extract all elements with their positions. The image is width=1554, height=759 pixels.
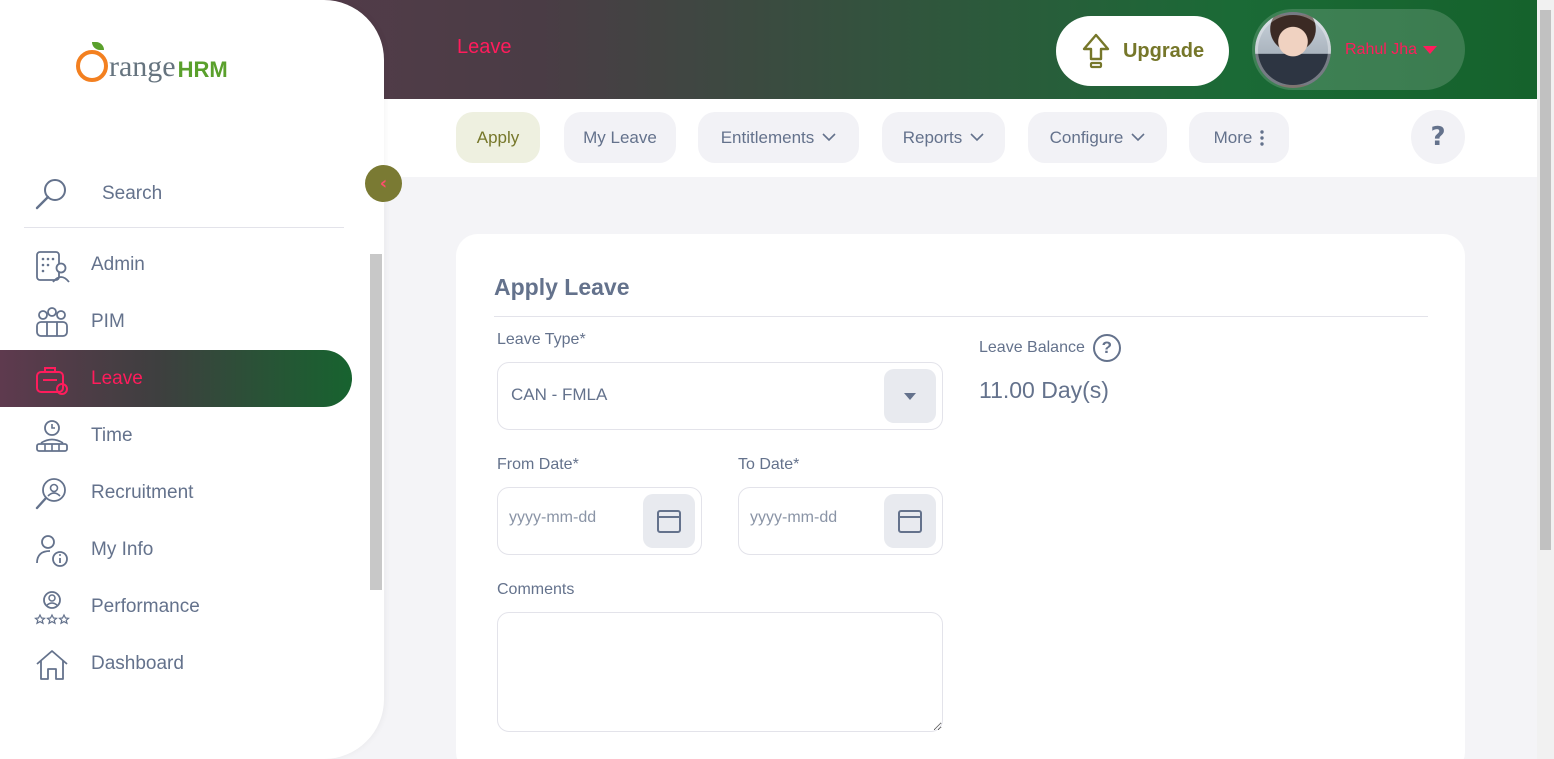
performance-icon <box>34 591 70 625</box>
user-name: Rahul Jha <box>1345 40 1418 58</box>
page-scrollbar-thumb[interactable] <box>1540 10 1551 550</box>
sidebar-item-pim[interactable]: PIM <box>0 293 352 350</box>
from-date-label: From Date* <box>497 456 579 473</box>
tab-entitlements-label: Entitlements <box>720 127 815 147</box>
tab-reports[interactable]: Reports <box>882 112 1005 163</box>
question-circle-icon[interactable]: ? <box>1092 334 1121 362</box>
time-icon <box>36 420 68 452</box>
calendar-icon <box>657 510 681 533</box>
from-date-calendar-button[interactable] <box>643 494 695 548</box>
leave-type-value: CAN - FMLA <box>511 385 608 404</box>
sidebar-item-dashboard[interactable]: Dashboard <box>0 635 352 692</box>
tab-reports-label: Reports <box>902 127 963 147</box>
more-vertical-icon <box>1260 129 1265 146</box>
from-date-input[interactable] <box>509 509 634 527</box>
orangehrm-logo: range HRM <box>76 42 228 83</box>
search-label: Search <box>102 182 163 204</box>
page-title: Leave <box>457 36 512 58</box>
sidebar-item-performance[interactable]: Performance <box>0 578 352 635</box>
apply-leave-card: Apply Leave Leave Type* CAN - FMLA Leave… <box>456 234 1465 759</box>
sidebar-item-label: Leave <box>91 367 143 389</box>
divider <box>494 316 1428 317</box>
chevron-down-icon <box>822 133 836 142</box>
upgrade-button[interactable]: Upgrade <box>1056 16 1229 86</box>
tab-apply-label: Apply <box>476 127 520 147</box>
sidebar-item-label: My Info <box>91 538 154 560</box>
chevron-down-icon <box>970 133 984 142</box>
logo-mark <box>76 42 108 82</box>
sidebar-item-label: PIM <box>91 310 125 332</box>
calendar-icon <box>898 510 922 533</box>
top-nav-tabs: Apply My Leave Entitlements Reports Conf… <box>384 99 1537 177</box>
chevron-left-icon: ‹ <box>379 172 388 194</box>
leave-balance-label: Leave Balance <box>979 339 1085 356</box>
tab-entitlements[interactable]: Entitlements <box>698 112 859 163</box>
logo-text: range <box>109 50 176 83</box>
sidebar-search[interactable]: Search <box>24 160 344 228</box>
leave-balance-value: 11.00 Day(s) <box>979 377 1109 403</box>
dropdown-toggle[interactable] <box>884 369 936 423</box>
comments-label: Comments <box>497 581 575 598</box>
chevron-down-icon <box>1131 133 1145 142</box>
sidebar-item-label: Performance <box>91 595 200 617</box>
to-date-calendar-button[interactable] <box>884 494 936 548</box>
logo-text-hrm: HRM <box>177 57 228 82</box>
admin-icon <box>36 251 70 283</box>
to-date-label: To Date* <box>738 456 800 473</box>
help-button[interactable]: ? <box>1411 110 1465 164</box>
dashboard-icon <box>36 650 68 680</box>
tab-configure-label: Configure <box>1049 127 1124 147</box>
my-info-icon <box>36 535 68 567</box>
sidebar-item-time[interactable]: Time <box>0 407 352 464</box>
sidebar-menu: Admin PIM Leave Time Recruitment My Info… <box>0 236 352 716</box>
leave-icon <box>36 367 68 395</box>
comments-textarea[interactable] <box>497 612 943 732</box>
tab-apply[interactable]: Apply <box>456 112 540 163</box>
user-dropdown[interactable]: Rahul Jha <box>1252 9 1465 90</box>
leave-type-label: Leave Type* <box>497 331 586 348</box>
sidebar-item-recruitment[interactable]: Recruitment <box>0 464 352 521</box>
avatar <box>1255 11 1331 88</box>
tab-my-leave-label: My Leave <box>583 127 657 147</box>
caret-down-icon <box>1423 45 1438 54</box>
sidebar-item-admin[interactable]: Admin <box>0 236 352 293</box>
sidebar-item-label: Admin <box>91 253 145 275</box>
sidebar-scrollbar-thumb[interactable] <box>370 254 382 590</box>
sidebar-item-label: Recruitment <box>91 481 194 503</box>
upgrade-label: Upgrade <box>1122 39 1205 62</box>
sidebar-collapse-button[interactable]: ‹ <box>365 165 402 202</box>
page-scrollbar[interactable] <box>1537 0 1554 759</box>
recruitment-icon <box>35 478 66 510</box>
sidebar-item-leave[interactable]: Leave <box>0 350 352 407</box>
leave-balance-label-row: Leave Balance ? <box>979 334 1121 362</box>
tab-more-label: More <box>1213 127 1253 147</box>
to-date-field <box>738 487 943 555</box>
form-title: Apply Leave <box>494 274 630 300</box>
to-date-input[interactable] <box>750 509 875 527</box>
tab-my-leave[interactable]: My Leave <box>564 112 676 163</box>
sidebar-item-label: Time <box>91 424 133 446</box>
sidebar-item-my-info[interactable]: My Info <box>0 521 352 578</box>
tab-more[interactable]: More <box>1189 112 1289 163</box>
leave-type-select[interactable]: CAN - FMLA <box>497 362 943 430</box>
upgrade-arrow-icon <box>1082 33 1110 69</box>
search-icon <box>35 178 66 209</box>
pim-icon <box>36 307 68 337</box>
sidebar-item-label: Dashboard <box>91 652 184 674</box>
caret-down-icon <box>904 392 916 400</box>
sidebar-scrollbar[interactable] <box>369 240 382 710</box>
sidebar: range HRM Search Admin PIM Leave Time Re… <box>0 0 384 759</box>
tab-configure[interactable]: Configure <box>1028 112 1167 163</box>
from-date-field <box>497 487 702 555</box>
